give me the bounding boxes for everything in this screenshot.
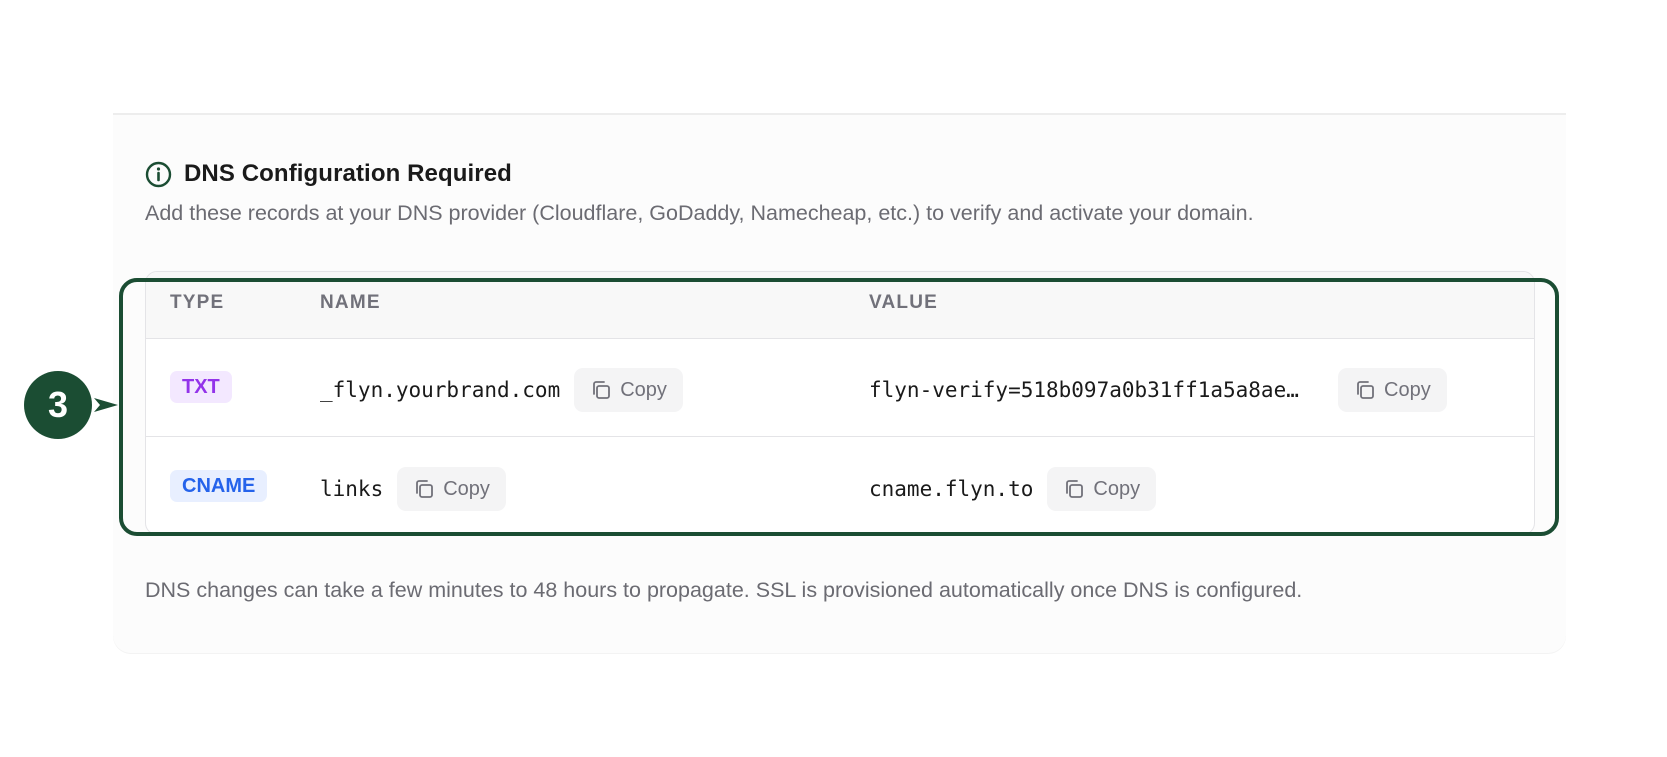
copy-label: Copy (1093, 477, 1141, 500)
column-header-value: VALUE (869, 292, 938, 313)
copy-label: Copy (443, 477, 490, 500)
propagation-note: DNS changes can take a few minutes to 48… (145, 578, 1303, 602)
copy-label: Copy (620, 378, 667, 401)
dns-records-table: TYPE NAME VALUE TXT _flyn.yourbrand.com (145, 271, 1535, 535)
copy-icon (1354, 379, 1376, 401)
column-header-name: NAME (320, 292, 381, 313)
pointer-arrow-icon (94, 398, 118, 412)
copy-name-button[interactable]: Copy (574, 368, 683, 412)
card-description: Add these records at your DNS provider (… (145, 201, 1254, 225)
card-header: DNS Configuration Required (145, 160, 512, 188)
copy-icon (413, 478, 435, 500)
record-name: _flyn.yourbrand.com (320, 378, 561, 402)
record-type-badge: CNAME (170, 470, 268, 502)
record-value-cell: cname.flyn.to Copy (869, 467, 1157, 511)
table-row-cname: CNAME links Copy cname.flyn.to Copy (146, 437, 1534, 534)
dns-config-card: DNS Configuration Required Add these rec… (113, 113, 1566, 653)
copy-label: Copy (1384, 378, 1431, 401)
record-value-cell: flyn-verify=518b097a0b31ff1a5a8ae… Copy (869, 368, 1447, 412)
record-type-badge: TXT (170, 371, 232, 403)
card-title: DNS Configuration Required (184, 160, 512, 187)
record-name-cell: links Copy (320, 467, 506, 511)
copy-value-button[interactable]: Copy (1047, 467, 1157, 511)
copy-icon (1063, 478, 1085, 500)
info-icon (145, 161, 172, 188)
table-header: TYPE NAME VALUE (146, 272, 1534, 339)
page: DNS Configuration Required Add these rec… (0, 0, 1667, 757)
step-number-marker: 3 (24, 371, 92, 439)
copy-icon (590, 379, 612, 401)
copy-name-button[interactable]: Copy (397, 467, 506, 511)
column-header-type: TYPE (170, 292, 225, 313)
record-value: cname.flyn.to (869, 477, 1034, 501)
record-value: flyn-verify=518b097a0b31ff1a5a8ae… (869, 378, 1299, 402)
table-row-txt: TXT _flyn.yourbrand.com Copy flyn-verify… (146, 338, 1534, 437)
record-name-cell: _flyn.yourbrand.com Copy (320, 368, 683, 412)
record-name: links (320, 477, 384, 501)
copy-value-button[interactable]: Copy (1338, 368, 1447, 412)
